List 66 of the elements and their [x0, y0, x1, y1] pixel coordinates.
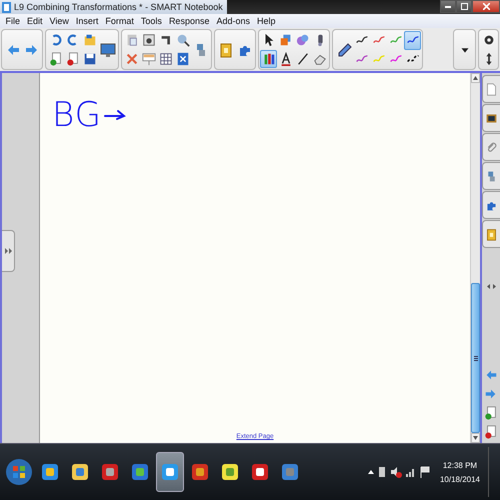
clock-time: 12:38 PM: [442, 460, 478, 470]
volume-muted-icon[interactable]: [390, 466, 402, 478]
clock-date: 10/18/2014: [440, 474, 480, 484]
menu-item[interactable]: Format: [102, 16, 138, 26]
delete-icon: [124, 52, 138, 66]
window-title: L9 Combining Transformations * - SMART Notebook: [14, 2, 223, 12]
sidebar-tab[interactable]: [482, 104, 500, 132]
down-arrow-icon: [473, 436, 478, 440]
monitor-icon: [100, 42, 116, 58]
show-hidden-icons-icon[interactable]: [368, 470, 374, 474]
fill-icon: [278, 33, 292, 48]
magnifier-icon: [176, 33, 190, 48]
paperclip-icon: [485, 140, 498, 154]
text-icon: [278, 52, 292, 66]
forward-arrow-icon: [484, 387, 498, 401]
line-icon: [296, 52, 310, 66]
up-arrow-icon: [473, 76, 478, 80]
sidebar-handle[interactable]: [2, 230, 15, 272]
close-icon: [482, 3, 490, 10]
delete-page-icon: [66, 52, 80, 66]
add-page-button[interactable]: [483, 405, 499, 421]
scroll-thumb[interactable]: [471, 283, 480, 433]
add-page-icon: [48, 52, 62, 66]
double-arrow-icon: [4, 248, 12, 254]
paste-icon: [124, 33, 138, 48]
menu-item[interactable]: Tools: [137, 16, 166, 26]
page-icon: [485, 82, 498, 96]
menu-item[interactable]: File: [2, 16, 24, 26]
menu-item[interactable]: Help: [254, 16, 280, 26]
delete-page-icon: [484, 425, 498, 439]
handwritten-ink: BG: [52, 95, 102, 135]
minimize-icon: [445, 6, 451, 8]
settings-icon: [482, 33, 496, 48]
minimize-button[interactable]: [440, 0, 456, 13]
network-icon[interactable]: [406, 467, 416, 477]
shapes-icon: [296, 33, 310, 48]
picture-frame-icon: [485, 112, 498, 124]
menu-item[interactable]: Insert: [72, 16, 102, 26]
ink-arrow-icon: [104, 109, 126, 121]
flag-icon[interactable]: [420, 466, 430, 478]
menu-item[interactable]: Add-ons: [212, 16, 254, 26]
lock-icon: [218, 42, 234, 58]
pen-icon: [336, 42, 352, 58]
lock-icon: [485, 228, 498, 240]
table-icon: [158, 52, 172, 66]
grip-icon: [474, 356, 478, 360]
pens-icon: [262, 52, 276, 66]
tool-button[interactable]: [260, 50, 277, 68]
add-page-icon: [484, 406, 498, 420]
back-arrow-icon: [484, 368, 498, 382]
fullscreen-icon: [176, 52, 190, 66]
close-button[interactable]: [472, 0, 500, 13]
scroll-up-button[interactable]: [471, 73, 480, 83]
notebook-app-icon: [2, 2, 11, 12]
menu-item[interactable]: View: [46, 16, 72, 26]
menu-item[interactable]: Response: [165, 16, 213, 26]
save-icon: [82, 52, 96, 66]
restore-button[interactable]: [456, 0, 472, 13]
start-button[interactable]: [4, 457, 34, 487]
horizontal-arrows-icon: [486, 284, 496, 288]
scroll-down-button[interactable]: [471, 433, 480, 443]
device-icon[interactable]: [378, 466, 386, 478]
menu-item[interactable]: Edit: [24, 16, 46, 26]
screen-shade-icon: [142, 52, 156, 66]
restore-icon: [460, 3, 468, 10]
delete-page-button[interactable]: [483, 424, 499, 440]
